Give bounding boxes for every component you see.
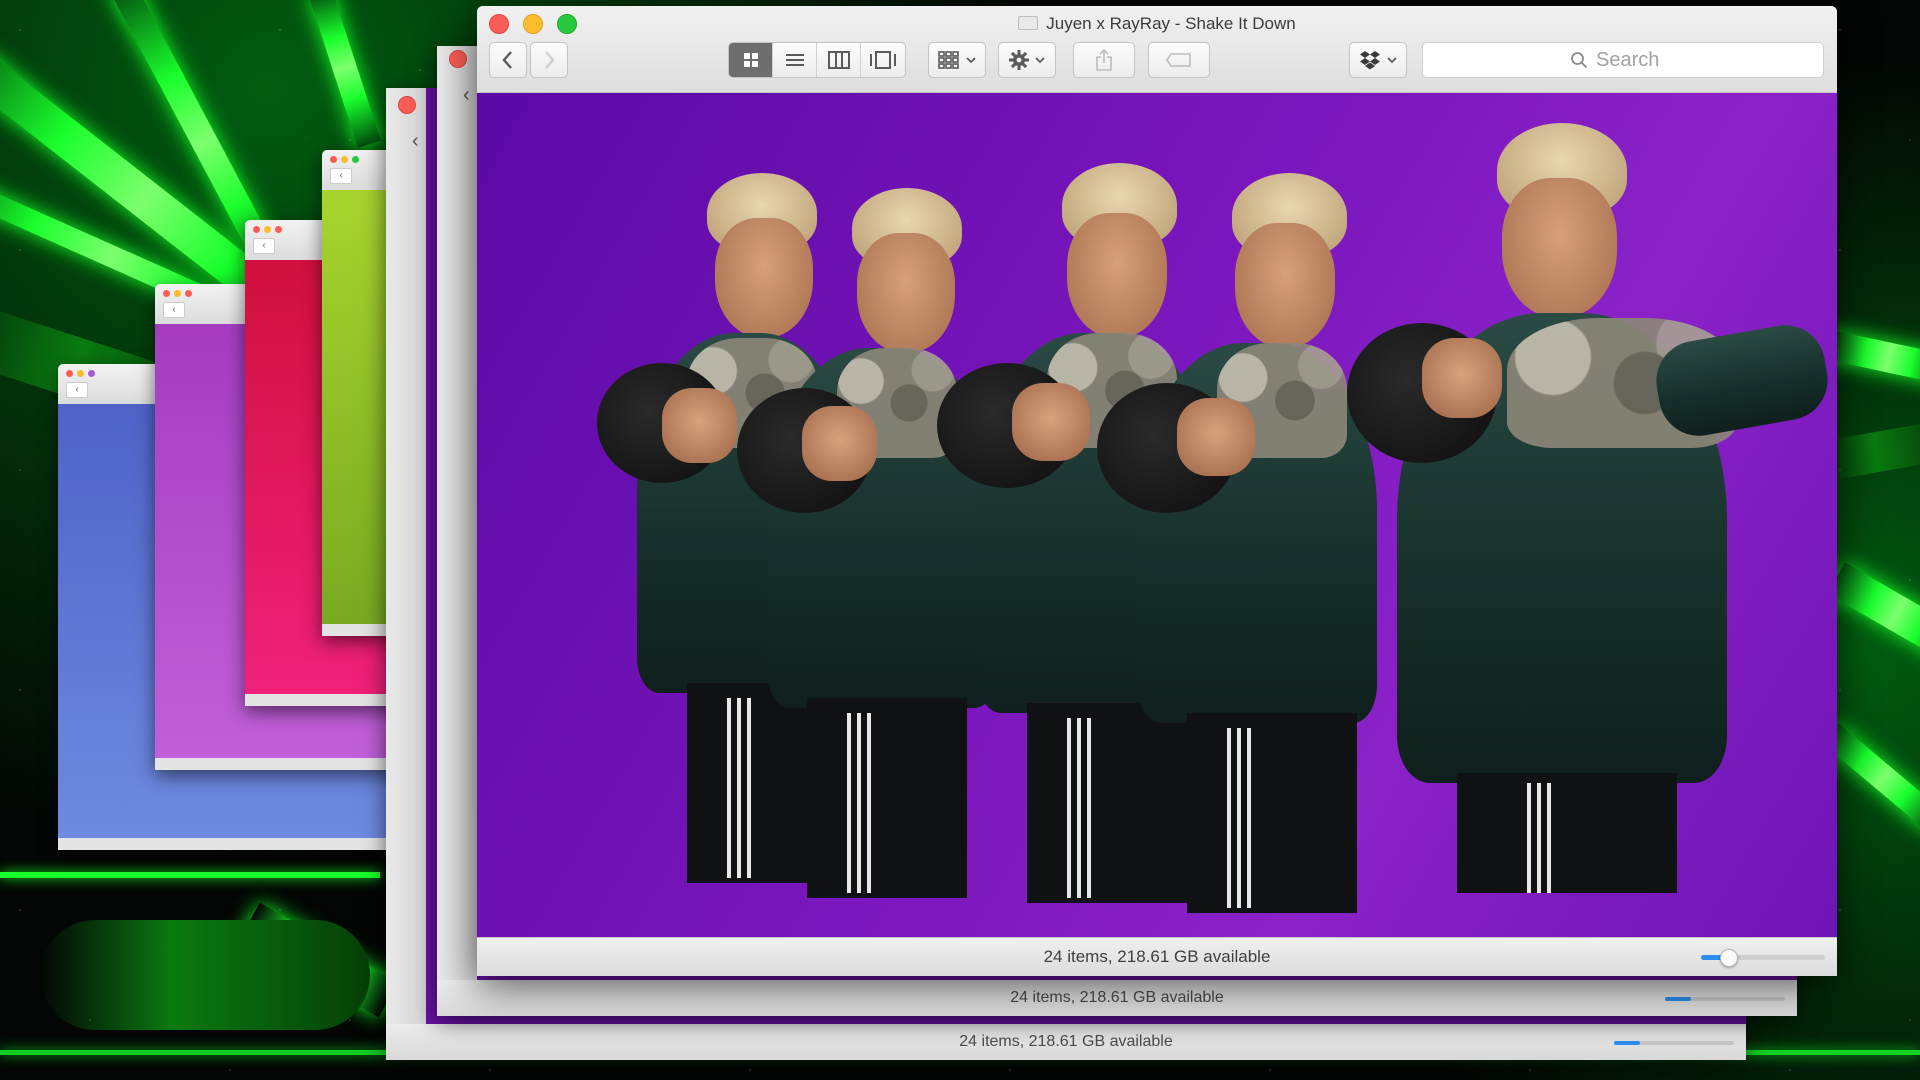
folder-icon: [1018, 16, 1039, 30]
window-status-bar: 24 items, 218.61 GB available: [386, 1024, 1746, 1060]
dropbox-button[interactable]: [1349, 42, 1407, 78]
zoom-slider[interactable]: [1665, 997, 1785, 1001]
status-text: 24 items, 218.61 GB available: [1010, 989, 1224, 1006]
traffic-lights[interactable]: [330, 156, 359, 163]
list-view-icon[interactable]: [773, 43, 817, 77]
search-input[interactable]: [1596, 48, 1676, 72]
window-status-bar: [155, 758, 415, 770]
column-view-icon[interactable]: [817, 43, 861, 77]
tag-icon: [1166, 53, 1191, 67]
cover-flow-icon[interactable]: [861, 43, 905, 77]
chevron-left-icon[interactable]: ‹: [253, 238, 275, 254]
traffic-lights[interactable]: [163, 290, 192, 297]
chevron-down-icon: [1035, 57, 1045, 64]
tags-button[interactable]: [1148, 42, 1210, 78]
view-mode-control[interactable]: [728, 42, 906, 78]
media-preview: [477, 93, 1837, 938]
traffic-lights[interactable]: [66, 370, 95, 377]
chevron-left-icon[interactable]: ‹: [163, 302, 185, 318]
share-button[interactable]: [1073, 42, 1135, 78]
chevron-down-icon: [966, 57, 976, 64]
arrange-button[interactable]: [928, 42, 986, 78]
status-text: 24 items, 218.61 GB available: [959, 1033, 1173, 1050]
icon-size-slider[interactable]: [1701, 949, 1825, 967]
dropbox-icon: [1360, 51, 1380, 70]
window-status-bar: [58, 838, 398, 850]
share-icon: [1096, 49, 1112, 71]
close-icon[interactable]: [398, 96, 416, 114]
chevron-left-icon[interactable]: ‹: [330, 168, 352, 184]
window-title-wrap: Juyen x RayRay - Shake It Down: [477, 14, 1837, 34]
chevron-left-icon: [502, 51, 512, 69]
chevron-left-icon[interactable]: ‹: [463, 84, 470, 107]
window-title: Juyen x RayRay - Shake It Down: [1046, 14, 1296, 33]
status-text: 24 items, 218.61 GB available: [1043, 947, 1271, 966]
chevron-left-icon[interactable]: ‹: [412, 130, 419, 153]
search-field[interactable]: [1422, 42, 1824, 78]
person-figure: [1257, 123, 1834, 893]
traffic-lights[interactable]: [253, 226, 282, 233]
window-status-bar: 24 items, 218.61 GB available: [477, 937, 1837, 976]
chevron-down-icon: [1387, 57, 1397, 64]
window-titlebar[interactable]: [437, 46, 477, 1016]
finder-window[interactable]: Juyen x RayRay - Shake It Down Search 24…: [477, 6, 1837, 976]
zoom-slider[interactable]: [1614, 1041, 1734, 1045]
chevron-right-icon: [545, 51, 555, 69]
floor-light-streak: [0, 872, 380, 878]
chevron-left-icon[interactable]: ‹: [66, 382, 88, 398]
icon-view-icon[interactable]: [729, 43, 773, 77]
green-light-beam: [40, 920, 370, 1030]
back-button[interactable]: [489, 42, 527, 78]
gear-icon: [1009, 50, 1029, 70]
search-icon: [1571, 52, 1588, 69]
action-button[interactable]: [998, 42, 1056, 78]
window-status-bar: 24 items, 218.61 GB available: [437, 980, 1797, 1016]
window-titlebar[interactable]: [386, 88, 426, 1060]
window-titlebar[interactable]: Juyen x RayRay - Shake It Down: [477, 6, 1837, 93]
close-icon[interactable]: [449, 50, 467, 68]
forward-button[interactable]: [530, 42, 568, 78]
arrange-grid-icon: [938, 51, 959, 69]
